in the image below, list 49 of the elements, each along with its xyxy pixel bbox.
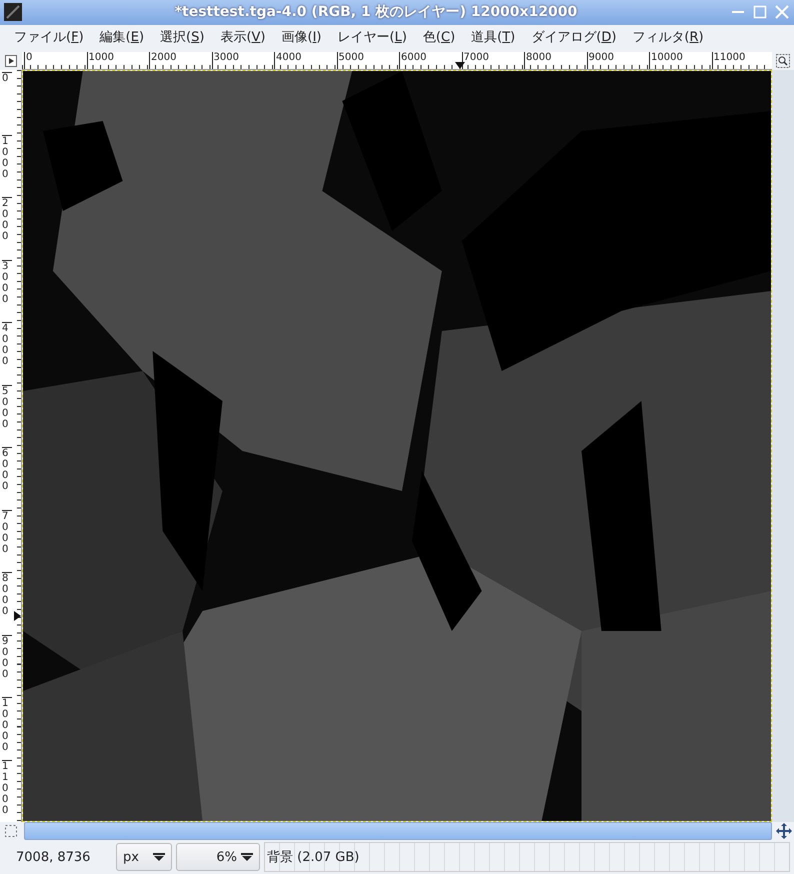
menu-item[interactable]: 画像(I) (274, 26, 330, 48)
ruler-label: 4000 (274, 52, 302, 69)
horizontal-scrollbar[interactable] (24, 822, 772, 840)
menu-item[interactable]: フィルタ(R) (624, 26, 712, 48)
ruler-label: 6000 (399, 52, 426, 69)
menu-item[interactable]: 表示(V) (212, 26, 274, 48)
pointer-marker-icon (455, 62, 465, 69)
menu-item[interactable]: ファイル(F) (6, 26, 92, 48)
ruler-label: 10000 (2, 697, 12, 753)
ruler-label: 2000 (2, 197, 12, 242)
menu-item[interactable]: レイヤー(L) (330, 26, 415, 48)
dropdown-arrow-icon (153, 853, 165, 861)
close-icon[interactable] (774, 4, 790, 20)
layer-info: 背景 (2.07 GB) (264, 842, 790, 872)
ruler-label: 3000 (212, 52, 239, 69)
ruler-label: 0 (2, 72, 12, 84)
maximize-icon[interactable] (752, 4, 768, 20)
ruler-label: 8000 (2, 572, 12, 617)
dropdown-arrow-icon (241, 853, 253, 861)
ruler-label: 9000 (2, 634, 12, 680)
ruler-label: 2000 (149, 52, 176, 69)
menu-item[interactable]: ダイアログ(D) (523, 26, 624, 48)
menu-item[interactable]: 道具(T) (463, 26, 524, 48)
ruler-label: 1000 (86, 52, 114, 69)
ruler-label: 5000 (2, 384, 12, 430)
pointer-marker-icon (14, 611, 21, 621)
ruler-label: 1000 (2, 134, 12, 180)
ruler-label: 11000 (712, 52, 746, 69)
window-title: *testtest.tga-4.0 (RGB, 1 枚のレイヤー) 12000x12000 (174, 3, 578, 22)
ruler-label: 10000 (649, 52, 683, 69)
menu-item[interactable]: 色(C) (414, 26, 464, 48)
ruler-label: 4000 (2, 322, 12, 367)
ruler-label: 5000 (336, 52, 364, 69)
ruler-label: 0 (24, 52, 32, 69)
app-icon (4, 3, 22, 22)
unit-dropdown[interactable]: px (116, 843, 172, 871)
ruler-label: 8000 (524, 52, 552, 69)
ruler-label: 3000 (2, 260, 12, 304)
menu-item[interactable]: 選択(S) (152, 26, 212, 48)
menu-item[interactable]: 編集(E) (92, 26, 152, 48)
ruler-label: 6000 (2, 447, 12, 492)
ruler-label: 7000 (2, 510, 12, 554)
navigate-icon[interactable] (774, 822, 794, 840)
ruler-label: 9000 (586, 52, 614, 69)
ruler-label: 11000 (2, 760, 12, 816)
pointer-coordinates: 7008, 8736 (15, 850, 92, 864)
zoom-icon[interactable] (776, 54, 790, 68)
vertical-scrollbar[interactable] (772, 70, 794, 822)
zoom-dropdown[interactable]: 6% (176, 843, 260, 871)
